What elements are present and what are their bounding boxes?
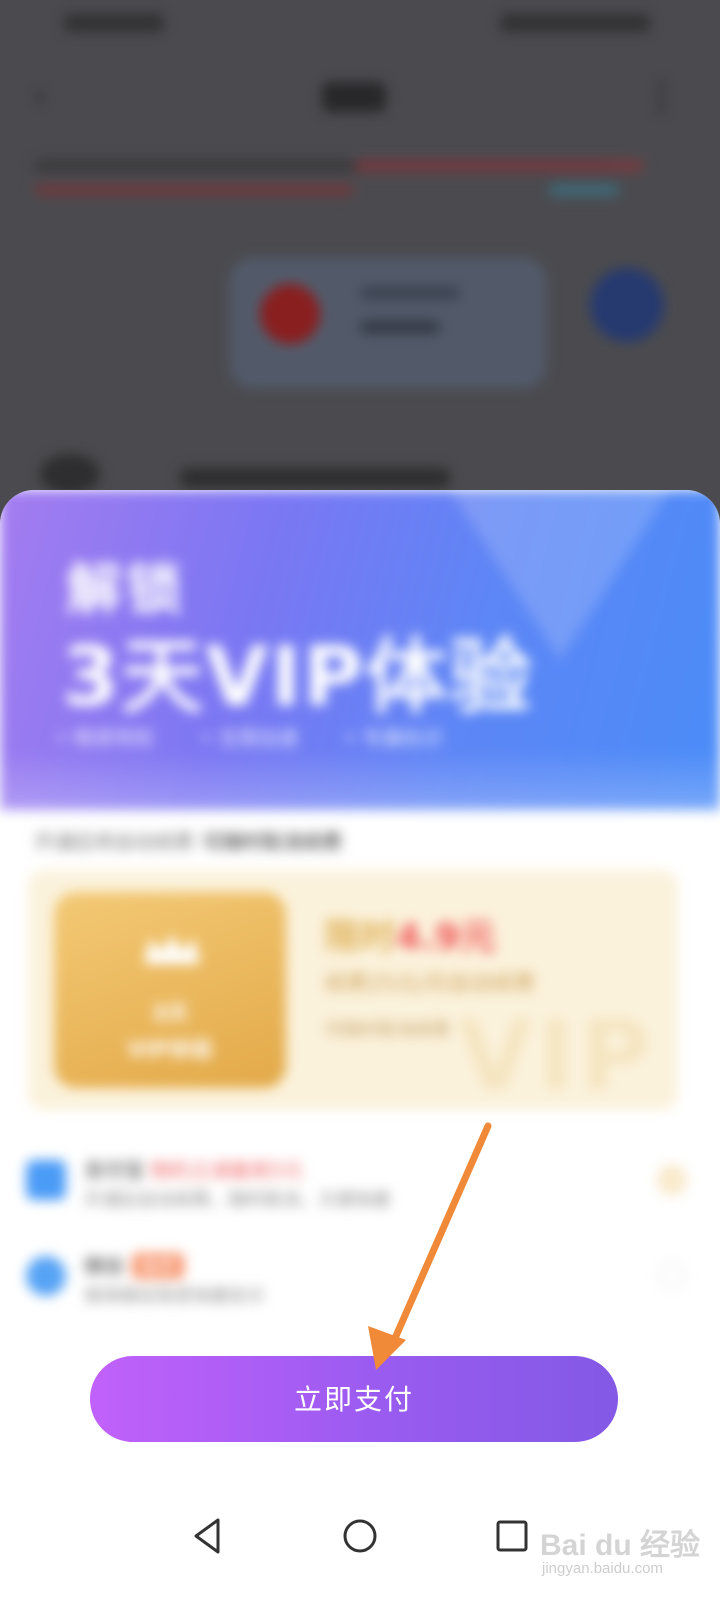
renewal-tip-prefix: 开通后将自动续费 — [34, 830, 194, 854]
payment-name: 支付宝 随机立减最高5元 — [84, 1154, 303, 1183]
payment-radio-selected[interactable] — [658, 1166, 686, 1194]
offer-title-prefix: 限时 — [324, 917, 397, 958]
renewal-tip-strong: 可随时取消续费 — [202, 830, 342, 854]
vip-hero-banner: 解锁 3天VIP体验 • 畅享特权 • 无限加速 • 专属标识 — [0, 490, 720, 810]
notice-line — [34, 184, 354, 196]
wechat-pay-icon — [26, 1256, 66, 1296]
payment-radio[interactable] — [658, 1262, 686, 1290]
hero-title-line2: 3天VIP体验 — [62, 630, 534, 725]
perk-item: • 无限加速 — [200, 726, 299, 750]
floating-bubble — [590, 268, 664, 342]
payment-desc: 开通后自动续费，随时取消，方便快捷 — [84, 1190, 390, 1211]
recent-apps-icon[interactable] — [488, 1512, 536, 1560]
baidu-jingyan-watermark: Bai du 经验 jingyan.baidu.com — [540, 1520, 710, 1590]
watermark-brand: Bai du 经验 — [540, 1529, 701, 1562]
gift-avatar — [260, 284, 320, 344]
badge-line1: 3天 — [151, 1002, 189, 1027]
hero-perks: • 畅享特权 • 无限加速 • 专属标识 — [56, 722, 556, 751]
badge-line2: VIP体验 — [127, 1038, 213, 1063]
payment-option-alipay[interactable]: 支付宝 随机立减最高5元 开通后自动续费，随时取消，方便快捷 — [26, 1146, 706, 1216]
payment-option-wechat[interactable]: 微信 推荐 使用微信免密快捷支付 — [26, 1242, 706, 1312]
pay-now-button[interactable]: 立即支付 — [90, 1356, 618, 1442]
offer-price: 4.9元 — [396, 917, 496, 958]
offer-badge: 3天 VIP体验 — [54, 892, 286, 1088]
offer-note: 可随时取消续费 — [324, 1020, 450, 1041]
gift-card-text — [360, 320, 440, 334]
alipay-icon — [26, 1160, 66, 1200]
offer-title: 限时4.9元 — [324, 908, 496, 960]
payment-name-text: 微信 — [84, 1254, 124, 1278]
payment-name-text: 支付宝 — [84, 1158, 144, 1182]
watermark-site: jingyan.baidu.com — [542, 1560, 663, 1577]
back-arrow-icon: ‹ — [34, 79, 46, 114]
gift-card — [230, 258, 546, 388]
vip-purchase-sheet: 解锁 3天VIP体验 • 畅享特权 • 无限加速 • 专属标识 开通后将自动续费… — [0, 490, 720, 1600]
list-text — [180, 468, 450, 488]
back-icon[interactable] — [186, 1512, 234, 1560]
payment-promo: 随机立减最高5元 — [150, 1158, 303, 1182]
payment-tag: 推荐 — [132, 1253, 184, 1279]
crown-icon — [144, 934, 200, 964]
perk-item: • 专属标识 — [344, 726, 443, 750]
perk-item: • 畅享特权 — [56, 726, 155, 750]
vip-offer-card[interactable]: 3天 VIP体验 限时4.9元 续费25元/月自动续费 可随时取消续费 VIP — [28, 870, 678, 1110]
page-title-placeholder — [322, 82, 386, 112]
home-icon[interactable] — [336, 1512, 384, 1560]
payment-name: 微信 推荐 — [84, 1250, 184, 1279]
more-icon — [658, 82, 666, 116]
notice-link — [549, 184, 619, 196]
list-avatar — [40, 454, 100, 494]
notice-banner — [34, 160, 644, 200]
gift-card-text — [360, 286, 460, 300]
status-bar-left — [64, 14, 164, 32]
status-bar-right — [500, 14, 650, 32]
offer-subtitle: 续费25元/月自动续费 — [324, 972, 536, 997]
payment-desc: 使用微信免密快捷支付 — [84, 1286, 264, 1307]
renewal-tip: 开通后将自动续费 可随时取消续费 — [34, 826, 342, 855]
offer-watermark: VIP — [458, 1000, 657, 1110]
notice-line-highlight — [354, 160, 644, 172]
